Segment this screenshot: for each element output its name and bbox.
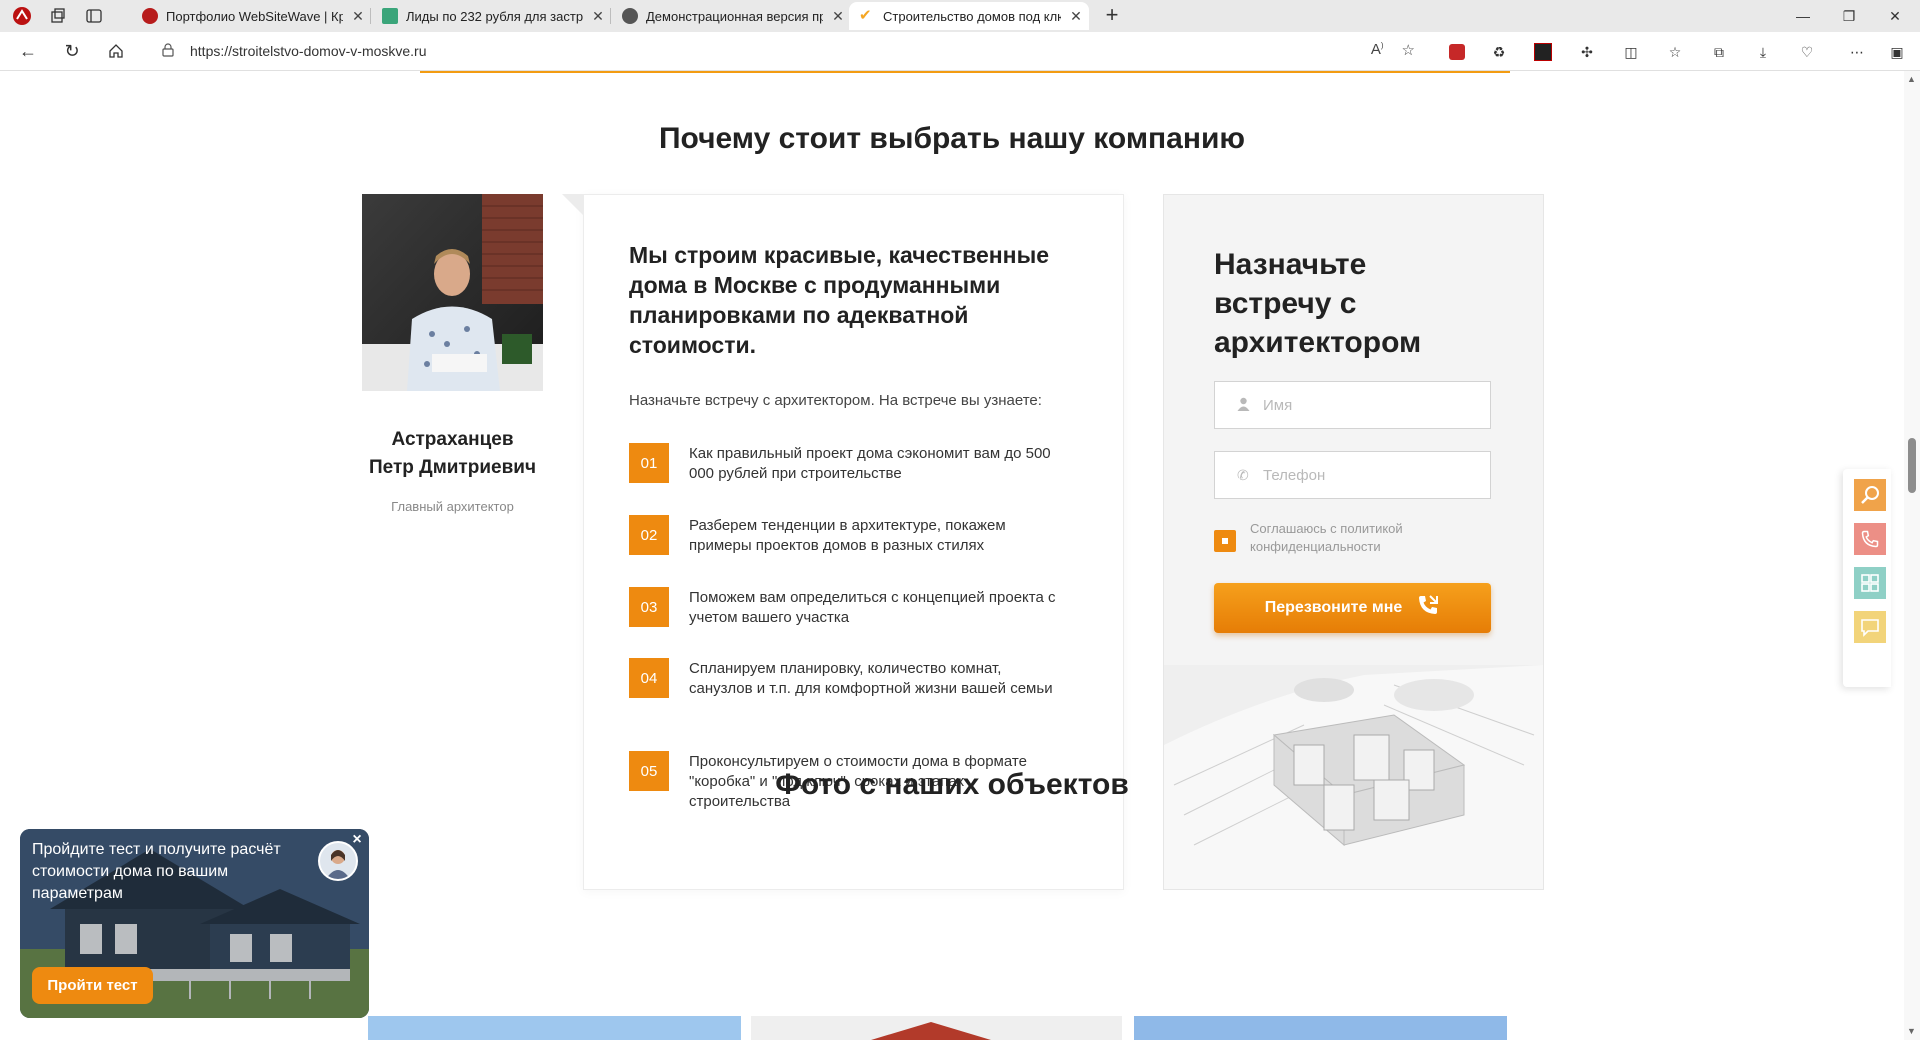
page-scrollbar[interactable]: ▲ ▼ (1904, 71, 1920, 1040)
object-photo[interactable] (368, 1016, 741, 1040)
tab-title: Строительство домов под ключ (883, 8, 1061, 24)
navigation-bar: ← ↻ https://stroitelstvo-domov-v-moskve.… (0, 32, 1920, 71)
tab-actions-icon[interactable] (80, 2, 108, 30)
scroll-up-arrow-icon[interactable]: ▲ (1907, 74, 1916, 84)
quiz-text: Пройдите тест и получите расчёт стоимост… (32, 841, 281, 902)
close-tab-icon[interactable]: ✕ (1067, 8, 1085, 25)
extension-red-icon[interactable] (1446, 41, 1468, 63)
tab-favicon-icon (622, 8, 638, 24)
close-tab-icon[interactable]: ✕ (589, 8, 607, 25)
browser-essentials-icon[interactable]: ♡ (1796, 41, 1818, 63)
callback-button[interactable]: Перезвоните мне (1214, 583, 1491, 633)
tab-title: Демонстрационная версия про (646, 8, 824, 24)
new-tab-button[interactable]: + (1100, 4, 1124, 28)
lock-icon[interactable] (162, 42, 178, 60)
tab-bar: Портфолио WebSiteWave | Креа ✕ Лиды по 2… (0, 0, 1920, 32)
consent-checkbox[interactable] (1214, 530, 1236, 552)
search-icon[interactable] (1854, 479, 1886, 511)
scroll-down-arrow-icon[interactable]: ▼ (1907, 1026, 1916, 1036)
extension-recycle-icon[interactable]: ♻ (1488, 41, 1510, 63)
step-text: Поможем вам определиться с концепцией пр… (689, 589, 1056, 626)
back-button[interactable]: ← (14, 37, 42, 65)
home-button[interactable] (102, 37, 130, 65)
checkmark-favicon-icon: ✔ (859, 7, 872, 24)
downloads-icon[interactable]: ⤓ (1752, 41, 1774, 63)
architect-surname: Астраханцев (391, 429, 514, 450)
tab-portfolio[interactable]: Портфолио WebSiteWave | Креа ✕ (132, 2, 367, 30)
step-number: 01 (629, 443, 669, 483)
architect-photo (362, 194, 543, 391)
quiz-popup[interactable]: Пройдите тест и получите расчёт стоимост… (20, 829, 369, 1018)
minimize-button[interactable]: — (1780, 0, 1826, 32)
step-number: 02 (629, 515, 669, 555)
consent-checkbox-row[interactable]: Соглашаюсь с политикой конфиденциальност… (1214, 520, 1514, 560)
favorite-star-icon[interactable]: ☆ (1402, 41, 1415, 59)
split-screen-icon[interactable]: ◫ (1620, 41, 1642, 63)
object-photo[interactable] (751, 1016, 1122, 1040)
step-text: Спланируем планировку, количество комнат… (689, 660, 1053, 697)
tab-title: Портфолио WebSiteWave | Креа (166, 8, 344, 24)
restore-button[interactable]: ❐ (1826, 0, 1872, 32)
take-quiz-button[interactable]: Пройти тест (32, 967, 153, 1004)
read-aloud-icon[interactable]: A) (1371, 41, 1384, 59)
scrollbar-thumb[interactable] (1908, 438, 1916, 493)
workspaces-icon[interactable] (44, 2, 72, 30)
divider (420, 71, 1510, 73)
url-text[interactable]: https://stroitelstvo-domov-v-moskve.ru (190, 43, 427, 59)
step-number: 03 (629, 587, 669, 627)
side-widget-panel (1843, 469, 1891, 687)
card-intro: Назначьте встречу с архитектором. На вст… (629, 392, 1042, 409)
close-tab-icon[interactable]: ✕ (829, 8, 847, 25)
form-title: Назначьте встречу с архитектором (1214, 248, 1422, 359)
collections-icon[interactable]: ⧉ (1708, 41, 1730, 63)
extension-dark-icon[interactable] (1532, 41, 1554, 63)
step-text: Как правильный проект дома сэкономит вам… (689, 445, 1051, 482)
web-page: Почему стоит выбрать нашу компанию Астра… (0, 71, 1904, 1040)
tab-leads[interactable]: Лиды по 232 рубля для застрой ✕ (372, 2, 607, 30)
grid-icon[interactable] (1854, 567, 1886, 599)
architect-given-name: Петр Дмитриевич (369, 457, 536, 478)
browser-profile-icon[interactable] (8, 2, 36, 30)
step-number: 04 (629, 658, 669, 698)
sidebar-toggle-icon[interactable]: ▣ (1886, 41, 1908, 63)
tab-favicon-icon (142, 8, 158, 24)
favorites-list-icon[interactable]: ☆ (1664, 41, 1686, 63)
phone-call-icon (1416, 593, 1440, 623)
phone-field[interactable]: ✆ (1214, 451, 1491, 499)
object-photo[interactable] (1134, 1016, 1507, 1040)
card-notch (562, 194, 584, 216)
phone-icon[interactable] (1854, 523, 1886, 555)
section-title: Почему стоит выбрать нашу компанию (658, 122, 1246, 155)
address-bar[interactable]: https://stroitelstvo-domov-v-moskve.ru A… (150, 36, 1425, 66)
step-text: Разберем тенденции в архитектуре, покаже… (689, 517, 1006, 554)
name-field[interactable] (1214, 381, 1491, 429)
callback-button-label: Перезвоните мне (1264, 599, 1403, 616)
tab-title: Лиды по 232 рубля для застрой (406, 8, 584, 24)
refresh-button[interactable]: ↻ (58, 37, 86, 65)
consent-label: Соглашаюсь с политикой конфиденциальност… (1250, 521, 1403, 554)
close-tab-icon[interactable]: ✕ (349, 8, 367, 25)
user-icon (1237, 397, 1251, 414)
tab-construction[interactable]: ✔ Строительство домов под ключ ✕ (849, 2, 1089, 30)
architect-name: Астраханцев Петр Дмитриевич (350, 426, 555, 482)
extensions-puzzle-icon[interactable]: ✣ (1576, 41, 1598, 63)
card-headline: Мы строим красивые, качественные дома в … (629, 242, 1049, 358)
close-window-button[interactable]: ✕ (1872, 0, 1918, 32)
name-input[interactable] (1261, 395, 1465, 415)
tab-demo[interactable]: Демонстрационная версия про ✕ (612, 2, 847, 30)
settings-more-icon[interactable]: ⋯ (1846, 41, 1868, 63)
chat-icon[interactable] (1854, 611, 1886, 643)
phone-input[interactable] (1261, 465, 1465, 485)
architect-role: Главный архитектор (391, 499, 514, 514)
close-popup-button[interactable]: × (348, 831, 366, 849)
tab-favicon-icon (382, 8, 398, 24)
phone-icon: ✆ (1237, 466, 1249, 483)
photos-section-title: Фото с наших объектов (775, 768, 1129, 801)
